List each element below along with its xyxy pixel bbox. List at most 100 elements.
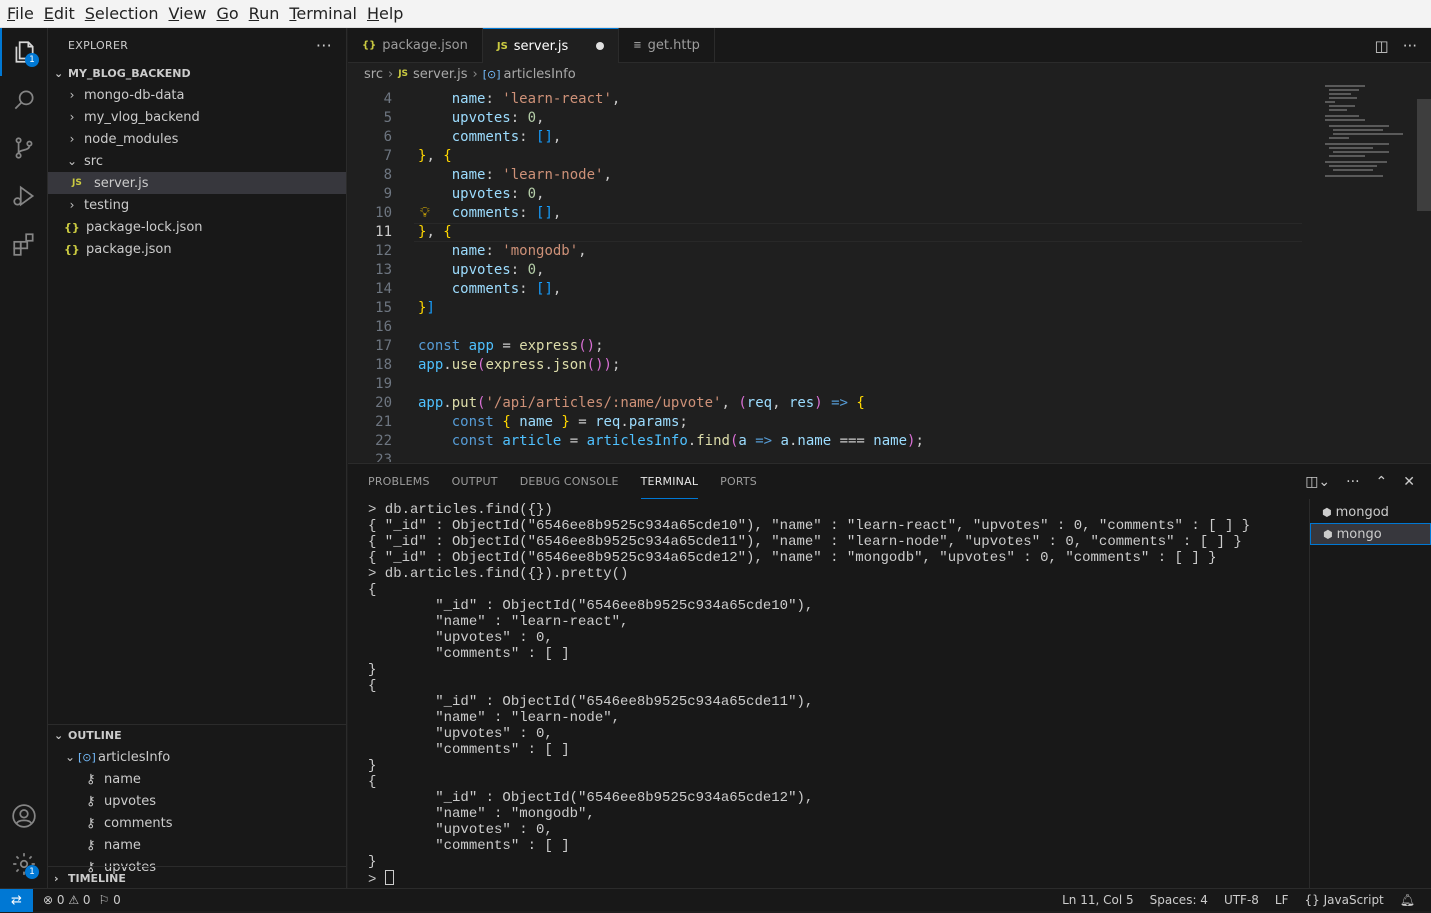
- panel-tab-output[interactable]: OUTPUT: [452, 464, 498, 499]
- menu-file[interactable]: File: [2, 0, 39, 28]
- line-number: 7: [383, 148, 392, 164]
- tree-item[interactable]: › mongo-db-data: [48, 84, 346, 106]
- terminal-line-text: "upvotes" : 0,: [368, 822, 553, 838]
- tree-item[interactable]: ⌄ src: [48, 150, 346, 172]
- ports-status[interactable]: ⚐ 0: [99, 893, 121, 907]
- unsaved-dot-icon[interactable]: [596, 42, 605, 50]
- terminal-line-text: "name" : "learn-node",: [368, 710, 621, 726]
- tree-item[interactable]: {} package.json: [48, 238, 346, 260]
- menu-edit[interactable]: Edit: [39, 0, 80, 28]
- close-panel-icon[interactable]: ✕: [1403, 474, 1415, 490]
- line-number: 16: [375, 319, 392, 335]
- maximize-panel-icon[interactable]: ⌃: [1376, 474, 1388, 490]
- terminal-instance[interactable]: ⬢ mongo: [1310, 523, 1431, 545]
- remote-indicator-icon[interactable]: ⇄: [0, 888, 33, 912]
- chevron-down-icon: ⌄: [54, 728, 64, 742]
- cursor-position[interactable]: Ln 11, Col 5: [1062, 893, 1134, 907]
- breadcrumb-file[interactable]: server.js: [413, 67, 467, 82]
- extensions-activity-button[interactable]: [0, 220, 48, 268]
- encoding[interactable]: UTF-8: [1224, 893, 1259, 907]
- outline-item[interactable]: ⌄ [⊙] articlesInfo: [48, 746, 347, 768]
- indentation[interactable]: Spaces: 4: [1150, 893, 1208, 907]
- editor-scrollbar[interactable]: [1417, 99, 1431, 211]
- errors-status[interactable]: ⊗ 0 ⚠ 0: [43, 893, 91, 907]
- timeline-header[interactable]: › TIMELINE: [48, 867, 347, 889]
- search-activity-button[interactable]: [0, 76, 48, 124]
- tree-item[interactable]: › my_vlog_backend: [48, 106, 346, 128]
- terminal-line-text: "_id" : ObjectId("6546ee8b9525c934a65cde…: [368, 598, 814, 614]
- outline-item-label: articlesInfo: [98, 749, 171, 765]
- outline-header[interactable]: ⌄ OUTLINE: [48, 724, 347, 746]
- menu-label: elp: [379, 3, 404, 23]
- tree-item[interactable]: {} package-lock.json: [48, 216, 346, 238]
- code-text: upvotes: 0,: [451, 186, 545, 202]
- timeline-title: TIMELINE: [68, 871, 126, 885]
- manage-activity-button[interactable]: 1: [0, 840, 48, 888]
- menu-go[interactable]: Go: [211, 0, 243, 28]
- outline-item[interactable]: ⚷ comments: [48, 812, 347, 834]
- explorer-activity-button[interactable]: 1: [0, 28, 48, 76]
- tree-item-label: package-lock.json: [86, 219, 203, 235]
- code-line: 16: [348, 318, 1308, 337]
- line-number: 15: [375, 300, 392, 316]
- terminal-line-text: "_id" : ObjectId("6546ee8b9525c934a65cde…: [368, 694, 814, 710]
- more-actions-icon[interactable]: ···: [1403, 37, 1417, 55]
- warning-count: 0: [82, 893, 91, 907]
- outline-item[interactable]: ⚷ upvotes: [48, 790, 347, 812]
- code-text: name: 'learn-node',: [451, 167, 612, 183]
- menu-run[interactable]: Run: [244, 0, 285, 28]
- terminal-line-text: }: [368, 854, 377, 870]
- panel-tab-problems[interactable]: PROBLEMS: [368, 464, 430, 499]
- menu-mnemonic: H: [366, 3, 380, 23]
- terminal-list: ⬢ mongod ⬢ mongo: [1309, 499, 1431, 889]
- outline-item-label: name: [104, 771, 141, 787]
- outline-item-label: name: [104, 837, 141, 853]
- source-control-activity-button[interactable]: [0, 124, 48, 172]
- split-editor-icon[interactable]: ◫: [1375, 37, 1389, 55]
- code-editor[interactable]: 4 name: 'learn-react', 5 upvotes: 0, 6 com…: [348, 85, 1431, 462]
- menu-help[interactable]: Help: [362, 0, 408, 28]
- breadcrumb-symbol[interactable]: articlesInfo: [504, 67, 576, 82]
- project-section-header[interactable]: ⌄ MY_BLOG_BACKEND: [48, 62, 346, 84]
- code-line: 7}, {: [348, 147, 1308, 166]
- line-number: 22: [375, 433, 392, 449]
- tab-package-json[interactable]: {} package.json: [348, 28, 483, 63]
- accounts-activity-button[interactable]: [0, 792, 48, 840]
- tab-server-js[interactable]: JS server.js: [482, 28, 620, 63]
- outline-item[interactable]: ⚷ name: [48, 768, 347, 790]
- menu-selection[interactable]: Selection: [80, 0, 164, 28]
- panel-tab-terminal[interactable]: TERMINAL: [640, 464, 699, 499]
- panel-tab-ports[interactable]: PORTS: [720, 464, 757, 499]
- tab-get-http[interactable]: ≡ get.http: [619, 28, 715, 63]
- editor-tabs: {} package.json JS server.js ≡ get.http …: [348, 28, 1431, 63]
- terminal-instance[interactable]: ⬢ mongod: [1310, 501, 1431, 523]
- terminal-line: "comments" : [ ]: [368, 646, 1298, 662]
- menu-view[interactable]: View: [164, 0, 212, 28]
- bell-icon[interactable]: 🔔︎: [1400, 893, 1415, 907]
- minimap[interactable]: [1325, 85, 1415, 205]
- split-terminal-icon[interactable]: ◫⌄: [1305, 474, 1330, 490]
- menu-label: o: [228, 3, 239, 23]
- ports-count: 0: [113, 893, 121, 907]
- line-number: 18: [375, 357, 392, 373]
- terminal-line-text: {: [368, 774, 377, 790]
- run-debug-activity-button[interactable]: [0, 172, 48, 220]
- lightbulb-icon[interactable]: 💡︎: [420, 204, 430, 223]
- code-line: 11}, {: [348, 223, 1308, 242]
- outline-item[interactable]: ⚷ name: [48, 834, 347, 856]
- breadcrumb-src[interactable]: src: [364, 67, 383, 82]
- tree-item[interactable]: JS server.js: [48, 172, 346, 194]
- line-ending[interactable]: LF: [1275, 893, 1289, 907]
- tree-item[interactable]: › node_modules: [48, 128, 346, 150]
- code-line: 14 comments: [],: [348, 280, 1308, 299]
- language-mode[interactable]: {} JavaScript: [1305, 893, 1384, 907]
- terminal-output[interactable]: > db.articles.find({}){ "_id" : ObjectId…: [368, 502, 1298, 892]
- more-actions-icon[interactable]: ···: [316, 36, 332, 55]
- menu-terminal[interactable]: Terminal: [284, 0, 362, 28]
- tree-item[interactable]: › testing: [48, 194, 346, 216]
- terminal-line: "upvotes" : 0,: [368, 822, 1298, 838]
- more-actions-icon[interactable]: ···: [1346, 474, 1359, 490]
- panel-tab-debug-console[interactable]: DEBUG CONSOLE: [520, 464, 619, 499]
- run-debug-icon: [13, 185, 35, 207]
- tab-label: get.http: [647, 38, 700, 53]
